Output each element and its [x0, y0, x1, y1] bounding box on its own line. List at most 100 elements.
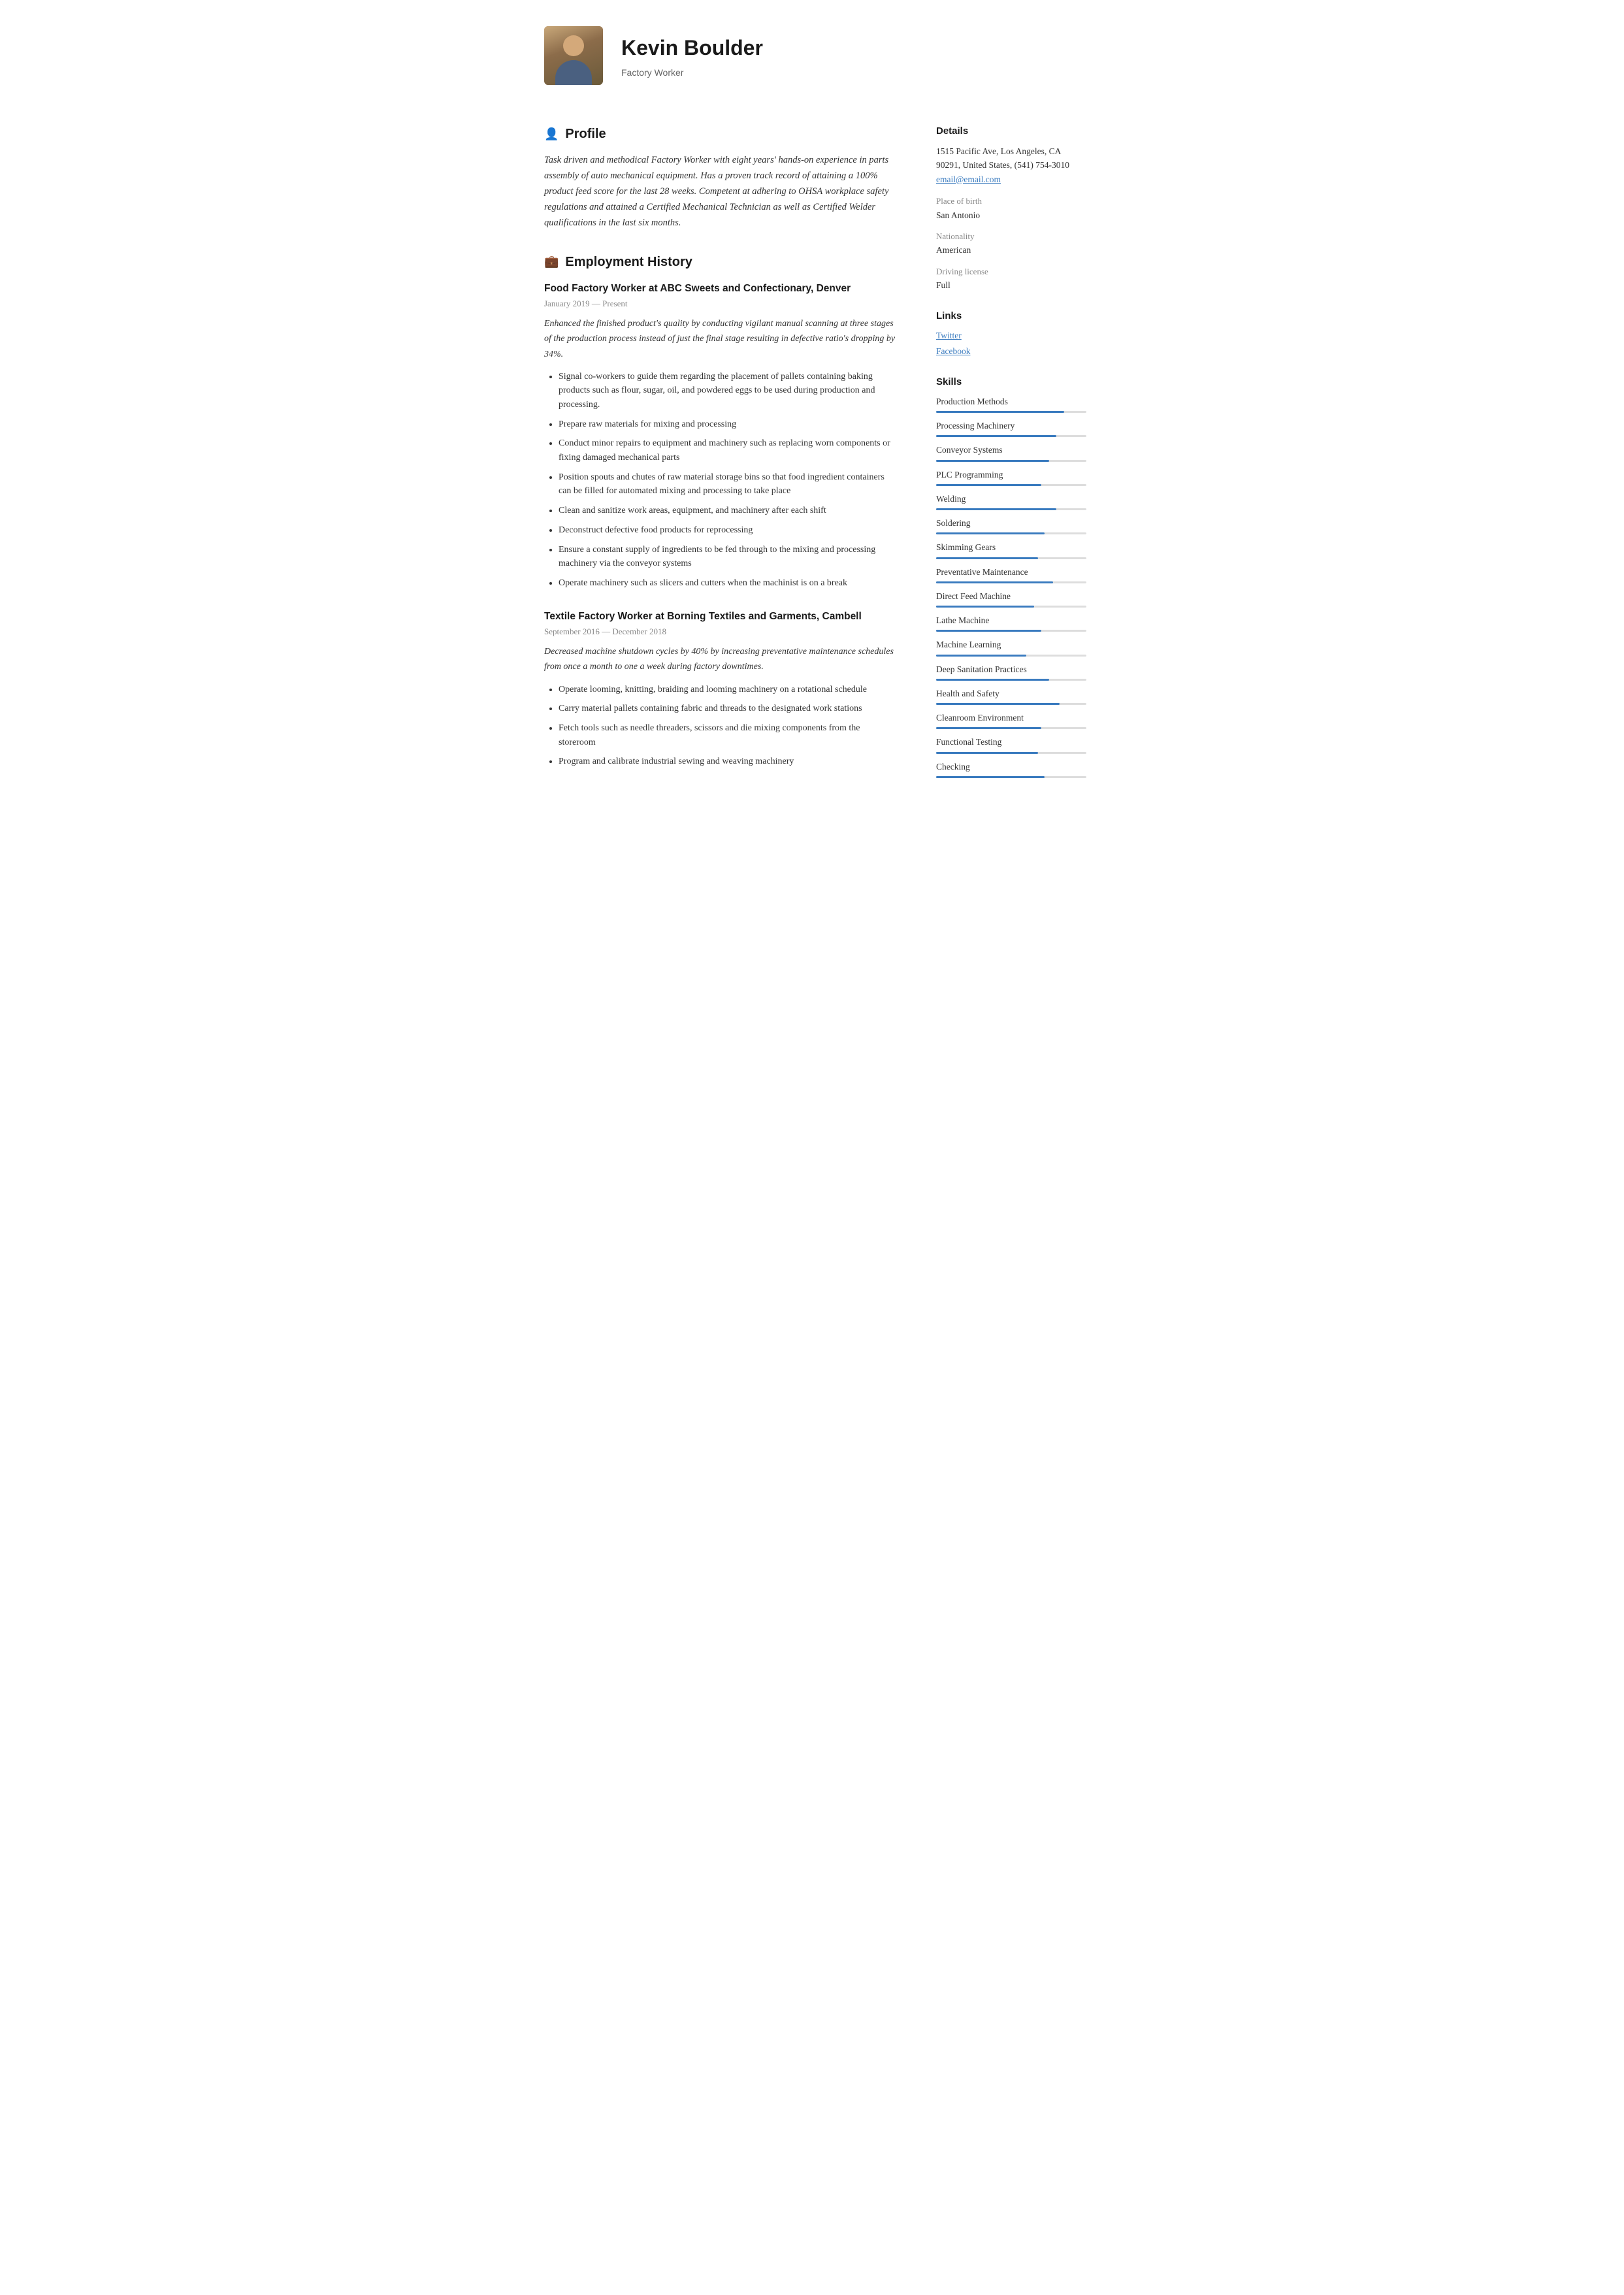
skill-bar-background: [936, 606, 1086, 608]
skill-bar-fill: [936, 655, 1026, 657]
skill-bar-fill: [936, 752, 1038, 754]
skill-name: Functional Testing: [936, 736, 1086, 749]
skill-bar-background: [936, 727, 1086, 729]
skill-bar-fill: [936, 532, 1045, 534]
list-item: Conduct minor repairs to equipment and m…: [559, 436, 897, 464]
skill-bar-fill: [936, 581, 1053, 583]
skill-bar-background: [936, 557, 1086, 559]
skill-item: Soldering: [936, 517, 1086, 534]
driving-license-label: Driving license: [936, 265, 1086, 278]
skill-name: Processing Machinery: [936, 419, 1086, 432]
job-1-desc: Enhanced the finished product's quality …: [544, 316, 897, 361]
profile-section-title: 👤 Profile: [544, 124, 897, 144]
skill-name: Lathe Machine: [936, 614, 1086, 627]
skill-name: Conveyor Systems: [936, 444, 1086, 457]
skill-bar-background: [936, 411, 1086, 413]
skill-bar-fill: [936, 679, 1049, 681]
skill-item: Machine Learning: [936, 638, 1086, 656]
header-info: Kevin Boulder Factory Worker: [621, 32, 763, 80]
skill-bar-fill: [936, 703, 1060, 705]
candidate-name: Kevin Boulder: [621, 32, 763, 63]
nationality-label: Nationality: [936, 230, 1086, 243]
list-item: Prepare raw materials for mixing and pro…: [559, 417, 897, 432]
job-2: Textile Factory Worker at Borning Textil…: [544, 609, 897, 769]
list-item: Operate machinery such as slicers and cu…: [559, 576, 897, 591]
skill-bar-fill: [936, 606, 1034, 608]
driving-license-value: Full: [936, 279, 1086, 292]
details-section: Details 1515 Pacific Ave, Los Angeles, C…: [936, 124, 1086, 292]
skill-item: Checking: [936, 760, 1086, 778]
list-item: Deconstruct defective food products for …: [559, 523, 897, 538]
profile-icon: 👤: [544, 125, 559, 143]
list-item: Position spouts and chutes of raw materi…: [559, 470, 897, 498]
skill-bar-background: [936, 630, 1086, 632]
skill-bar-background: [936, 484, 1086, 486]
skill-name: Machine Learning: [936, 638, 1086, 651]
skills-list: Production Methods Processing Machinery Co…: [936, 395, 1086, 778]
skill-bar-background: [936, 655, 1086, 657]
skill-name: Checking: [936, 760, 1086, 773]
skill-name: Preventative Maintenance: [936, 566, 1086, 579]
job-1: Food Factory Worker at ABC Sweets and Co…: [544, 281, 897, 591]
skill-name: Production Methods: [936, 395, 1086, 408]
profile-text: Task driven and methodical Factory Worke…: [544, 153, 897, 231]
skill-bar-fill: [936, 411, 1064, 413]
avatar-image: [544, 26, 603, 85]
employment-section-title: 💼 Employment History: [544, 252, 897, 272]
skill-name: Welding: [936, 493, 1086, 506]
skill-item: Cleanroom Environment: [936, 711, 1086, 729]
employment-section: 💼 Employment History Food Factory Worker…: [544, 252, 897, 769]
profile-section: 👤 Profile Task driven and methodical Fac…: [544, 124, 897, 231]
avatar: [544, 26, 603, 85]
skill-item: Production Methods: [936, 395, 1086, 413]
link-facebook[interactable]: Facebook: [936, 345, 1086, 358]
skill-bar-fill: [936, 508, 1056, 510]
job-2-dates: September 2016 — December 2018: [544, 625, 897, 638]
candidate-title: Factory Worker: [621, 66, 763, 80]
main-layout: 👤 Profile Task driven and methodical Fac…: [518, 105, 1106, 815]
skill-bar-background: [936, 508, 1086, 510]
details-title: Details: [936, 124, 1086, 139]
resume-page: Kevin Boulder Factory Worker 👤 Profile T…: [518, 0, 1106, 854]
skill-bar-background: [936, 435, 1086, 437]
employment-icon: 💼: [544, 253, 559, 270]
list-item: Clean and sanitize work areas, equipment…: [559, 504, 897, 518]
skill-bar-fill: [936, 435, 1056, 437]
skill-bar-background: [936, 532, 1086, 534]
details-address: 1515 Pacific Ave, Los Angeles, CA 90291,…: [936, 144, 1086, 172]
list-item: Ensure a constant supply of ingredients …: [559, 543, 897, 571]
skill-bar-fill: [936, 460, 1049, 462]
skill-bar-fill: [936, 776, 1045, 778]
skill-item: PLC Programming: [936, 468, 1086, 486]
place-of-birth-value: San Antonio: [936, 209, 1086, 222]
list-item: Carry material pallets containing fabric…: [559, 702, 897, 716]
skill-bar-background: [936, 703, 1086, 705]
skill-item: Conveyor Systems: [936, 444, 1086, 461]
header: Kevin Boulder Factory Worker: [518, 26, 1106, 105]
skill-bar-background: [936, 752, 1086, 754]
skill-item: Lathe Machine: [936, 614, 1086, 632]
job-1-bullets: Signal co-workers to guide them regardin…: [544, 370, 897, 591]
skill-name: Deep Sanitation Practices: [936, 663, 1086, 676]
skill-bar-background: [936, 679, 1086, 681]
skill-bar-background: [936, 776, 1086, 778]
skill-name: Cleanroom Environment: [936, 711, 1086, 724]
skill-name: Skimming Gears: [936, 541, 1086, 554]
links-title: Links: [936, 309, 1086, 324]
link-twitter[interactable]: Twitter: [936, 329, 1086, 342]
skill-item: Skimming Gears: [936, 541, 1086, 559]
list-item: Program and calibrate industrial sewing …: [559, 755, 897, 769]
list-item: Signal co-workers to guide them regardin…: [559, 370, 897, 412]
skill-item: Direct Feed Machine: [936, 590, 1086, 608]
skills-title: Skills: [936, 375, 1086, 390]
job-2-bullets: Operate looming, knitting, braiding and …: [544, 683, 897, 769]
left-column: 👤 Profile Task driven and methodical Fac…: [518, 105, 923, 815]
skill-item: Preventative Maintenance: [936, 566, 1086, 583]
details-email[interactable]: email@email.com: [936, 174, 1001, 184]
skills-section: Skills Production Methods Processing Mach…: [936, 375, 1086, 778]
list-item: Operate looming, knitting, braiding and …: [559, 683, 897, 697]
nationality-value: American: [936, 244, 1086, 257]
links-section: Links Twitter Facebook: [936, 309, 1086, 358]
skill-item: Welding: [936, 493, 1086, 510]
skill-name: Soldering: [936, 517, 1086, 530]
